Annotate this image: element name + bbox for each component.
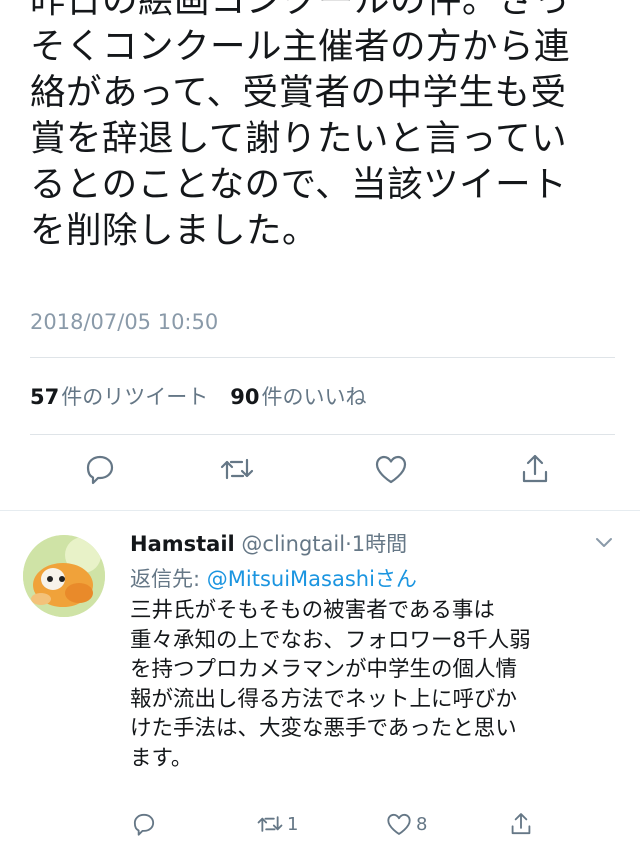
tweet-timestamp[interactable]: 2018/07/05 10:50 [30, 310, 218, 334]
reply-icon [133, 813, 155, 836]
share-icon [511, 813, 531, 835]
reply-like-count: 8 [416, 813, 428, 835]
retweet-icon [220, 458, 254, 480]
share-button[interactable] [518, 452, 552, 486]
retweet-stat[interactable]: 57件のリツイート [30, 381, 208, 411]
heart-icon [375, 455, 407, 484]
separator: · [345, 532, 352, 556]
retweet-button[interactable] [219, 452, 255, 486]
reply-retweet-count: 1 [287, 813, 299, 835]
heart-icon [387, 813, 411, 835]
retweet-label: 件のリツイート [61, 385, 209, 409]
replying-mention[interactable]: @MitsuiMasashi [207, 567, 375, 591]
reply-text: 三井氏がそもそもの被害者である事は 重々承知の上でなお、フォロワー8千人弱 を持… [130, 598, 531, 771]
replying-prefix: 返信先: [130, 567, 207, 591]
author-handle[interactable]: @clingtail [241, 532, 345, 556]
retweet-count: 57 [30, 385, 60, 409]
like-stat[interactable]: 90件のいいね [230, 381, 366, 411]
reply-like-button[interactable]: 8 [385, 811, 427, 837]
tweet-stats: 57件のリツイート 90件のいいね [30, 381, 366, 411]
avatar[interactable] [23, 535, 105, 617]
like-count: 90 [230, 385, 260, 409]
reply-time[interactable]: 1時間 [352, 532, 407, 556]
reply-icon [86, 455, 114, 485]
chevron-down-icon [596, 538, 612, 547]
reply-tweet[interactable]: Hamstail @clingtail·1時間 返信先: @MitsuiMasa… [0, 510, 640, 865]
reply-actions: 1 8 [0, 811, 640, 841]
like-button[interactable] [373, 452, 409, 486]
replying-to: 返信先: @MitsuiMasashiさん [130, 563, 417, 593]
reply-reply-button[interactable] [131, 811, 157, 837]
replying-suffix: さん [374, 567, 417, 591]
main-tweet-actions [0, 452, 640, 492]
divider [30, 357, 615, 358]
retweet-icon [257, 816, 283, 832]
like-label: 件のいいね [261, 385, 367, 409]
more-button[interactable] [594, 534, 614, 553]
share-icon [522, 454, 548, 483]
reply-share-button[interactable] [508, 811, 534, 837]
main-tweet-text: 昨日の絵画コンクールの件。さっ そくコンクール主催者の方から連 絡があって、受賞… [30, 0, 571, 251]
reply-retweet-button[interactable]: 1 [256, 811, 298, 837]
author-name[interactable]: Hamstail [130, 532, 235, 556]
divider [30, 434, 615, 435]
reply-button[interactable] [83, 452, 117, 486]
reply-header: Hamstail @clingtail·1時間 [130, 528, 407, 558]
